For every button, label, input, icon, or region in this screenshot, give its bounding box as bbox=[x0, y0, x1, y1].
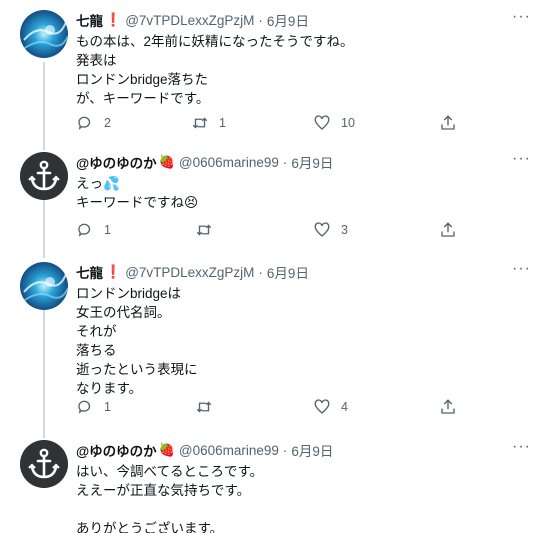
display-name[interactable]: @ゆのゆのか bbox=[76, 152, 157, 172]
reply-button[interactable]: 2 bbox=[76, 114, 111, 132]
display-name[interactable]: 七龍 bbox=[76, 10, 103, 30]
tweet-date[interactable]: 6月9日 bbox=[267, 10, 309, 30]
reply-button[interactable]: 1 bbox=[76, 221, 111, 239]
display-name[interactable]: 七龍 bbox=[76, 262, 103, 282]
reply-count: 2 bbox=[104, 116, 111, 130]
avatar[interactable] bbox=[20, 10, 68, 58]
tweet-header: 七龍 ❗ @7vTPDLexxZgPzjM · 6月9日 bbox=[76, 10, 515, 30]
reply-icon bbox=[78, 223, 91, 237]
avatar[interactable] bbox=[20, 262, 68, 310]
user-handle[interactable]: @7vTPDLexxZgPzjM bbox=[125, 13, 254, 28]
retweet-button[interactable]: 1 bbox=[191, 114, 226, 132]
like-count: 10 bbox=[341, 116, 355, 130]
tweet-thread: 七龍 ❗ @7vTPDLexxZgPzjM · 6月9日 ··· もの本は、2年… bbox=[0, 0, 555, 533]
tweet-text: はい、今調べてるところです。 ええーが正直な気持ちです。 ありがとうございます。 bbox=[76, 464, 264, 533]
strawberry-emoji: 🍓 bbox=[158, 442, 175, 457]
anchor-icon bbox=[20, 152, 68, 200]
user-handle[interactable]: @0606marine99 bbox=[179, 155, 279, 170]
retweet-icon bbox=[196, 224, 212, 236]
more-options-icon[interactable]: ··· bbox=[512, 150, 531, 168]
tweet[interactable]: 七龍 ❗ @7vTPDLexxZgPzjM · 6月9日 ··· ロンドンbri… bbox=[0, 260, 555, 432]
share-icon bbox=[441, 222, 455, 237]
tweet-date[interactable]: 6月9日 bbox=[291, 152, 333, 172]
user-handle[interactable]: @0606marine99 bbox=[179, 443, 279, 458]
reply-icon bbox=[78, 116, 91, 130]
share-button[interactable] bbox=[439, 398, 457, 416]
retweet-count: 1 bbox=[219, 116, 226, 130]
more-options-icon[interactable]: ··· bbox=[512, 8, 531, 26]
exclamation-emoji: ❗ bbox=[105, 12, 122, 27]
separator-dot: · bbox=[282, 442, 288, 458]
tweet[interactable]: @ゆのゆのか 🍓 @0606marine99 · 6月9日 ··· はい、今調べ… bbox=[0, 438, 555, 533]
tweet[interactable]: @ゆのゆのか 🍓 @0606marine99 · 6月9日 ··· えっ💦 キー… bbox=[0, 150, 555, 252]
separator-dot: · bbox=[258, 12, 263, 28]
exclamation-emoji: ❗ bbox=[105, 264, 122, 279]
tweet[interactable]: 七龍 ❗ @7vTPDLexxZgPzjM · 6月9日 ··· もの本は、2年… bbox=[0, 8, 555, 150]
separator-dot: · bbox=[258, 264, 263, 280]
heart-icon bbox=[314, 399, 330, 414]
user-handle[interactable]: @7vTPDLexxZgPzjM bbox=[125, 265, 254, 280]
retweet-icon bbox=[192, 117, 208, 129]
display-name[interactable]: @ゆのゆのか bbox=[76, 440, 157, 460]
tweet-actions: 2 1 10 bbox=[76, 114, 476, 134]
retweet-icon bbox=[196, 401, 212, 413]
reply-button[interactable]: 1 bbox=[76, 398, 111, 416]
tweet-date[interactable]: 6月9日 bbox=[291, 440, 333, 460]
separator-dot: · bbox=[282, 154, 288, 170]
avatar[interactable] bbox=[20, 440, 68, 488]
tweet-text: もの本は、2年前に妖精になったそうですね。 発表は ロンドンbridge落ちた … bbox=[76, 34, 354, 106]
like-button[interactable]: 10 bbox=[313, 114, 355, 132]
like-count: 4 bbox=[341, 400, 348, 414]
tweet-header: @ゆのゆのか 🍓 @0606marine99 · 6月9日 bbox=[76, 440, 515, 460]
reply-icon bbox=[78, 400, 91, 414]
tweet-header: @ゆのゆのか 🍓 @0606marine99 · 6月9日 bbox=[76, 152, 515, 172]
reply-count: 1 bbox=[104, 223, 111, 237]
heart-icon bbox=[314, 222, 330, 237]
more-options-icon[interactable]: ··· bbox=[512, 260, 531, 278]
reply-count: 1 bbox=[104, 400, 111, 414]
share-icon bbox=[441, 399, 455, 414]
share-button[interactable] bbox=[439, 221, 457, 239]
share-button[interactable] bbox=[439, 114, 457, 132]
tweet-actions: 1 4 bbox=[76, 398, 476, 418]
anchor-icon bbox=[20, 440, 68, 488]
share-icon bbox=[441, 115, 455, 130]
tweet-header: 七龍 ❗ @7vTPDLexxZgPzjM · 6月9日 bbox=[76, 262, 515, 282]
heart-icon bbox=[314, 115, 330, 130]
like-button[interactable]: 4 bbox=[313, 398, 348, 416]
retweet-button[interactable] bbox=[195, 221, 213, 239]
avatar[interactable] bbox=[20, 152, 68, 200]
tweet-actions: 1 3 bbox=[76, 221, 476, 241]
more-options-icon[interactable]: ··· bbox=[512, 438, 531, 456]
like-count: 3 bbox=[341, 223, 348, 237]
like-button[interactable]: 3 bbox=[313, 221, 348, 239]
tweet-text: ロンドンbridgeは 女王の代名詞。 それが 落ちる 逝ったという表現に なり… bbox=[76, 286, 198, 396]
strawberry-emoji: 🍓 bbox=[158, 154, 175, 169]
retweet-button[interactable] bbox=[195, 398, 213, 416]
tweet-text: えっ💦 キーワードですね😣 bbox=[76, 176, 199, 210]
tweet-date[interactable]: 6月9日 bbox=[267, 262, 309, 282]
